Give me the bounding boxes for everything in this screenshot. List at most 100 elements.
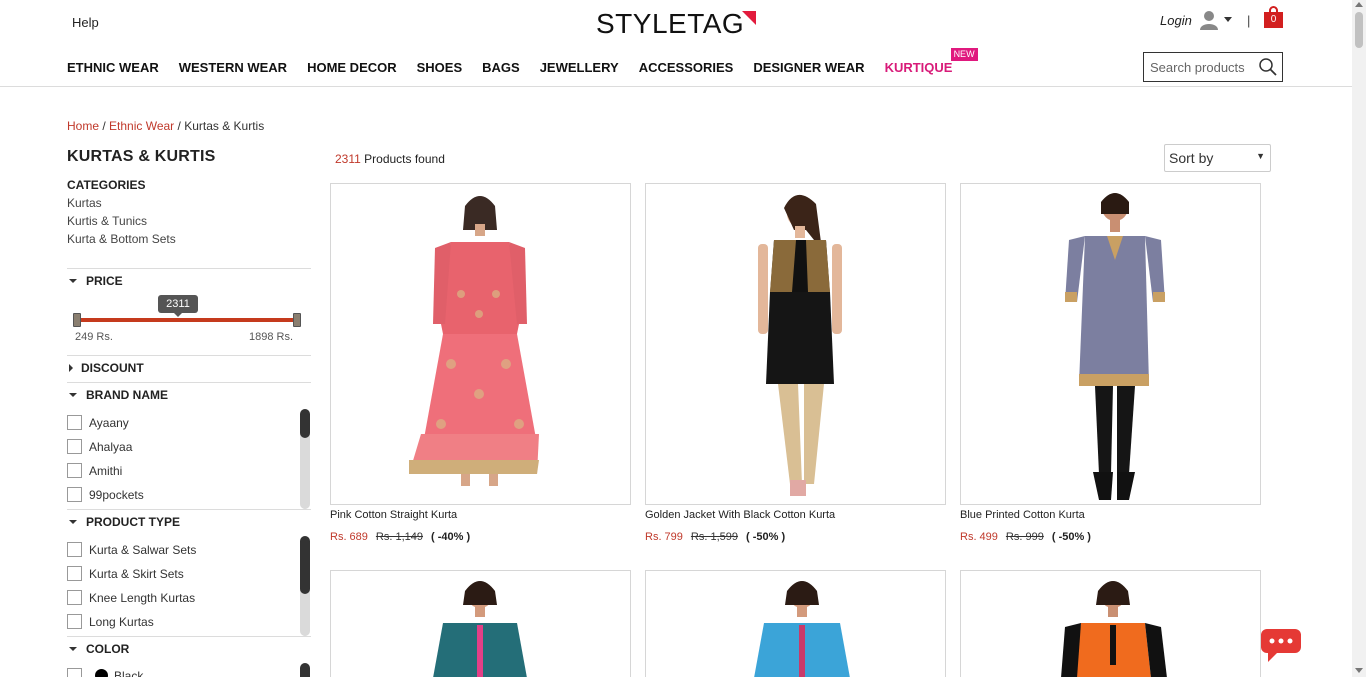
checkbox[interactable] <box>67 566 82 581</box>
scrollbar-thumb[interactable] <box>300 663 310 677</box>
scrollbar-thumb[interactable] <box>300 409 310 438</box>
product-type-label: Kurta & Skirt Sets <box>89 566 184 581</box>
categories-heading: CATEGORIES <box>67 178 146 192</box>
product-name[interactable]: Pink Cotton Straight Kurta <box>330 509 457 521</box>
breadcrumb-separator: / <box>99 119 110 133</box>
brand-option-amithi[interactable]: Amithi <box>67 463 122 478</box>
scroll-up-icon[interactable] <box>1355 2 1363 7</box>
brand-list-scrollbar[interactable] <box>300 409 310 509</box>
results-count-number: 2311 <box>335 152 361 166</box>
checkbox[interactable] <box>67 614 82 629</box>
nav-jewellery[interactable]: JEWELLERY <box>540 60 619 75</box>
chevron-down-icon[interactable] <box>1224 17 1232 22</box>
product-card-image[interactable] <box>330 570 631 677</box>
nav-western-wear[interactable]: WESTERN WEAR <box>179 60 287 75</box>
breadcrumb-ethnic-wear[interactable]: Ethnic Wear <box>109 119 174 133</box>
price-slider-min-handle[interactable] <box>73 313 81 327</box>
chat-icon[interactable] <box>1260 628 1302 664</box>
brand-label: 99pockets <box>89 487 144 502</box>
filter-divider <box>67 355 311 356</box>
category-kurta-bottom-sets[interactable]: Kurta & Bottom Sets <box>67 232 176 246</box>
brand-option-99pockets[interactable]: 99pockets <box>67 487 144 502</box>
discount-filter-toggle[interactable]: DISCOUNT <box>67 361 144 375</box>
brand-option-ahalyaa[interactable]: Ahalyaa <box>67 439 132 454</box>
sort-label: Sort by <box>1169 150 1214 166</box>
search-input[interactable] <box>1150 58 1256 76</box>
brand-label: Amithi <box>89 463 123 478</box>
nav-designer-wear[interactable]: DESIGNER WEAR <box>753 60 864 75</box>
chevron-down-icon: ▼ <box>1256 151 1265 161</box>
breadcrumb-home[interactable]: Home <box>67 119 99 133</box>
checkbox[interactable] <box>67 542 82 557</box>
product-type-option[interactable]: Long Kurtas <box>67 614 154 629</box>
product-card-image[interactable] <box>960 183 1261 505</box>
color-option-black[interactable]: Black <box>67 668 143 677</box>
product-image-teal-kurta[interactable] <box>331 571 631 677</box>
product-type-option[interactable]: Kurta & Skirt Sets <box>67 566 184 581</box>
product-image-orange-kurta[interactable] <box>961 571 1261 677</box>
cart-count-badge: 0 <box>1264 12 1283 28</box>
checkbox[interactable] <box>67 439 82 454</box>
color-label: Black <box>114 668 144 677</box>
product-discount: ( -50% ) <box>1051 531 1091 543</box>
sort-dropdown[interactable]: Sort by ▼ <box>1164 144 1271 172</box>
styletag-logo[interactable]: STYLETAG <box>596 10 757 38</box>
checkbox[interactable] <box>67 463 82 478</box>
scrollbar-thumb[interactable] <box>300 536 310 594</box>
product-card-image[interactable] <box>645 570 946 677</box>
brand-filter-toggle[interactable]: BRAND NAME <box>67 388 168 402</box>
page-scrollbar[interactable] <box>1352 0 1366 677</box>
nav-bags[interactable]: BAGS <box>482 60 520 75</box>
scroll-down-icon[interactable] <box>1355 668 1363 673</box>
color-swatch <box>95 669 108 677</box>
main-nav: ETHNIC WEAR WESTERN WEAR HOME DECOR SHOE… <box>67 48 978 75</box>
user-icon[interactable] <box>1199 10 1219 30</box>
product-type-scrollbar[interactable] <box>300 536 310 636</box>
brand-option-ayaany[interactable]: Ayaany <box>67 415 129 430</box>
product-image-pink-kurta[interactable] <box>331 184 631 505</box>
product-type-option[interactable]: Kurta & Salwar Sets <box>67 542 196 557</box>
product-name[interactable]: Blue Printed Cotton Kurta <box>960 509 1085 521</box>
page-title: KURTAS & KURTIS <box>67 148 216 165</box>
nav-kurtique[interactable]: KURTIQUE NEW <box>885 48 978 75</box>
checkbox[interactable] <box>67 487 82 502</box>
nav-home-decor[interactable]: HOME DECOR <box>307 60 397 75</box>
category-kurtas[interactable]: Kurtas <box>67 196 102 210</box>
product-image-black-kurta[interactable] <box>646 184 946 505</box>
checkbox[interactable] <box>67 415 82 430</box>
product-card-image[interactable] <box>330 183 631 505</box>
product-discount: ( -50% ) <box>746 531 786 543</box>
help-link[interactable]: Help <box>72 15 99 30</box>
chevron-down-icon <box>69 279 77 283</box>
price-filter-toggle[interactable]: PRICE <box>67 274 123 288</box>
cart-button[interactable]: 0 <box>1264 4 1283 28</box>
product-image-sky-blue-kurta[interactable] <box>646 571 946 677</box>
price-slider-max-handle[interactable] <box>293 313 301 327</box>
product-price-row: Rs. 799 Rs. 1,599 ( -50% ) <box>645 531 785 543</box>
price-slider-track[interactable] <box>77 318 297 322</box>
nav-ethnic-wear[interactable]: ETHNIC WEAR <box>67 60 159 75</box>
product-type-label: Long Kurtas <box>89 614 154 629</box>
color-list-scrollbar[interactable] <box>300 663 310 677</box>
nav-accessories[interactable]: ACCESSORIES <box>639 60 734 75</box>
category-kurtis-tunics[interactable]: Kurtis & Tunics <box>67 214 147 228</box>
chevron-down-icon <box>69 647 77 651</box>
breadcrumb: Home / Ethnic Wear / Kurtas & Kurtis <box>67 119 264 133</box>
product-type-option[interactable]: Knee Length Kurtas <box>67 590 195 605</box>
color-filter-toggle[interactable]: COLOR <box>67 642 129 656</box>
checkbox[interactable] <box>67 590 82 605</box>
checkbox[interactable] <box>67 668 82 677</box>
search-icon[interactable] <box>1258 57 1278 77</box>
nav-shoes[interactable]: SHOES <box>417 60 463 75</box>
product-card-image[interactable] <box>645 183 946 505</box>
login-link[interactable]: Login <box>1160 13 1192 28</box>
page-scrollbar-thumb[interactable] <box>1355 12 1363 48</box>
product-name[interactable]: Golden Jacket With Black Cotton Kurta <box>645 509 835 521</box>
price-min-label: 249 Rs. <box>75 331 113 343</box>
product-type-filter-toggle[interactable]: PRODUCT TYPE <box>67 515 180 529</box>
product-card-image[interactable] <box>960 570 1261 677</box>
product-price: Rs. 689 <box>330 531 368 543</box>
product-type-label: Knee Length Kurtas <box>89 590 196 605</box>
product-image-blue-kurta[interactable] <box>961 184 1261 505</box>
price-max-label: 1898 Rs. <box>249 331 294 343</box>
